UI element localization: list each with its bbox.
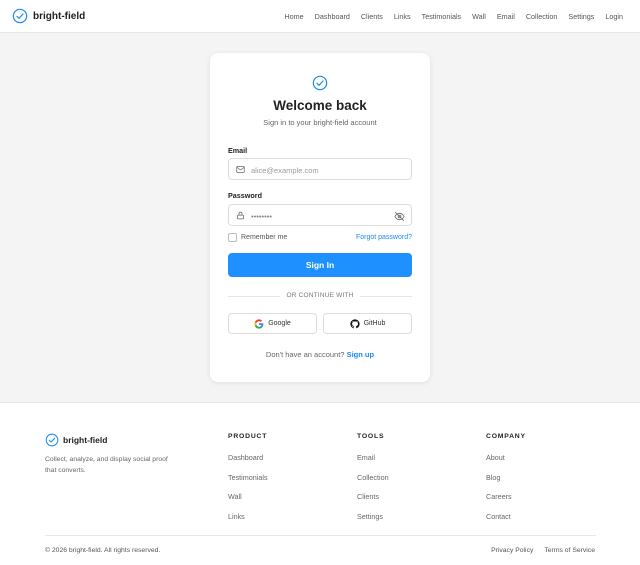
brand-name: bright-field	[33, 10, 86, 22]
github-label: GitHub	[363, 320, 386, 327]
google-icon	[254, 318, 264, 329]
remember-checkbox[interactable]	[228, 233, 237, 242]
footer-link-clients[interactable]: Clients	[357, 492, 389, 501]
top-navbar: bright-field Home Dashboard Clients Link…	[0, 0, 640, 33]
footer-link-dashboard[interactable]: Dashboard	[228, 453, 268, 462]
footer-col-product: PRODUCT Dashboard Testimonials Wall Link…	[228, 433, 268, 521]
nav-login[interactable]: Login	[605, 12, 623, 21]
login-card: Welcome back Sign in to your bright-fiel…	[210, 53, 430, 382]
footer-col-title: COMPANY	[486, 433, 526, 440]
footer-link-about[interactable]: About	[486, 453, 526, 462]
google-signin-button[interactable]: Google	[228, 313, 317, 334]
copyright-text: © 2026 bright-field. All rights reserved…	[45, 547, 161, 554]
password-value: ••••••••	[251, 211, 273, 221]
email-placeholder: alice@example.com	[251, 165, 319, 175]
footer-link-settings[interactable]: Settings	[357, 512, 389, 521]
github-icon	[350, 318, 360, 328]
footer-col-title: PRODUCT	[228, 433, 268, 440]
nav-email[interactable]: Email	[497, 12, 515, 21]
check-circle-icon	[12, 8, 28, 24]
footer-col-title: TOOLS	[357, 433, 385, 440]
or-divider: OR CONTINUE WITH	[228, 292, 412, 300]
footer-link-collection[interactable]: Collection	[357, 473, 389, 482]
brand-logo[interactable]: bright-field	[12, 8, 85, 24]
github-signin-button[interactable]: GitHub	[323, 313, 412, 334]
main-nav: Home Dashboard Clients Links Testimonial…	[273, 12, 623, 21]
divider-line-right	[360, 296, 412, 297]
nav-clients[interactable]: Clients	[361, 12, 383, 21]
nav-home[interactable]: Home	[284, 12, 303, 21]
signup-prompt: Don't have an account? Sign up	[210, 350, 430, 359]
login-title: Welcome back	[273, 98, 367, 113]
privacy-policy-link[interactable]: Privacy Policy	[491, 547, 533, 554]
eye-off-icon[interactable]	[394, 211, 405, 222]
password-label: Password	[228, 191, 262, 200]
login-subtitle: Sign in to your bright-field account	[263, 118, 377, 127]
password-field[interactable]: ••••••••	[228, 204, 412, 226]
email-label: Email	[228, 146, 248, 155]
footer-link-email[interactable]: Email	[357, 453, 389, 462]
remember-label: Remember me	[241, 234, 288, 241]
mail-icon	[236, 166, 245, 173]
no-account-text: Don't have an account?	[265, 350, 345, 359]
terms-of-service-link[interactable]: Terms of Service	[544, 547, 595, 554]
remember-me[interactable]: Remember me	[228, 233, 287, 242]
nav-collection[interactable]: Collection	[526, 12, 558, 21]
google-label: Google	[268, 320, 291, 327]
footer-link-contact[interactable]: Contact	[486, 512, 526, 521]
footer-link-blog[interactable]: Blog	[486, 473, 526, 482]
footer-brand-name: bright-field	[63, 435, 108, 445]
signup-link[interactable]: Sign up	[347, 350, 375, 359]
footer-link-testimonials[interactable]: Testimonials	[228, 473, 268, 482]
nav-testimonials[interactable]: Testimonials	[422, 12, 462, 21]
check-circle-icon	[312, 75, 328, 91]
nav-dashboard[interactable]: Dashboard	[315, 12, 350, 21]
footer-col-company: COMPANY About Blog Careers Contact	[486, 433, 526, 521]
legal-links: Privacy Policy Terms of Service	[480, 547, 595, 554]
footer-link-careers[interactable]: Careers	[486, 492, 526, 501]
footer-divider	[45, 535, 596, 536]
footer-link-links[interactable]: Links	[228, 512, 268, 521]
nav-settings[interactable]: Settings	[568, 12, 594, 21]
nav-links[interactable]: Links	[394, 12, 411, 21]
footer-col-tools: TOOLS Email Collection Clients Settings	[357, 433, 389, 521]
lock-icon	[237, 211, 244, 220]
email-field[interactable]: alice@example.com	[228, 158, 412, 180]
footer-brand[interactable]: bright-field	[45, 433, 107, 447]
forgot-password-link[interactable]: Forgot password?	[356, 234, 412, 241]
footer-link-wall[interactable]: Wall	[228, 492, 268, 501]
nav-wall[interactable]: Wall	[472, 12, 486, 21]
check-circle-icon	[45, 433, 59, 447]
site-footer: bright-field Collect, analyze, and displ…	[0, 402, 640, 565]
footer-tagline: Collect, analyze, and display social pro…	[45, 456, 168, 474]
sign-in-button[interactable]: Sign In	[228, 253, 412, 277]
